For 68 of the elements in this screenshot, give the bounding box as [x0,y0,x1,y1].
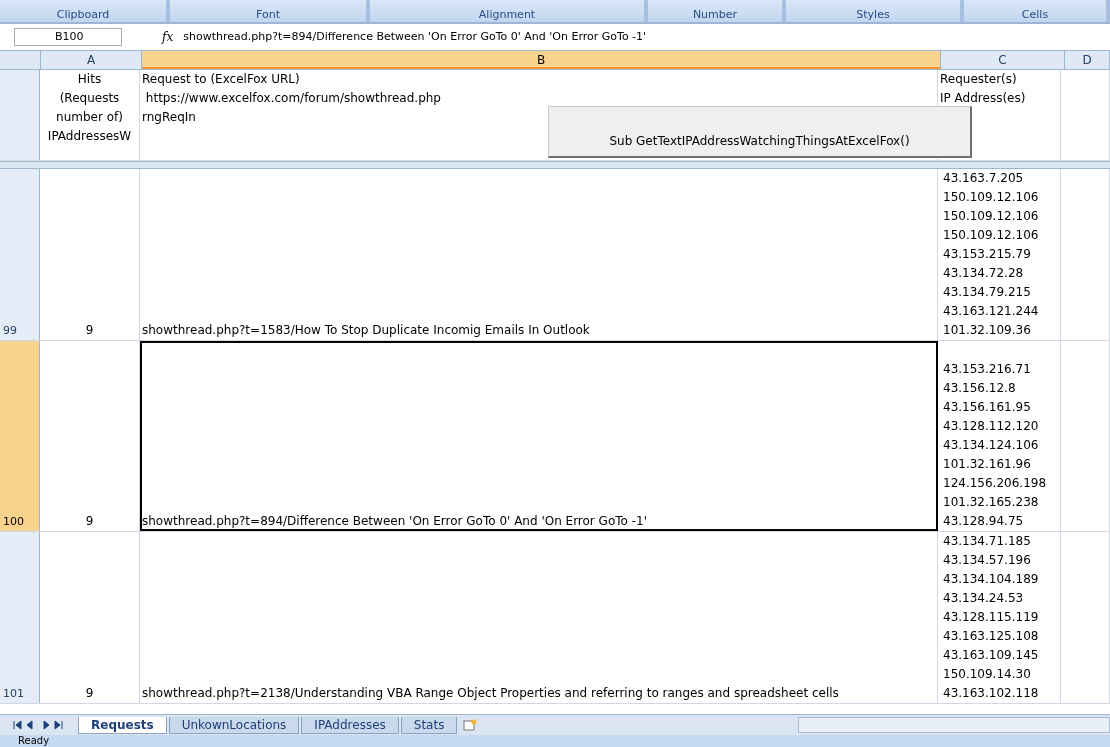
horizontal-scrollbar[interactable] [798,717,1110,733]
header-cell-text: IP Address(es) [940,90,1027,107]
table-cell-text: showthread.php?t=1583/How To Stop Duplicate Incomig Emails In Outlook [142,322,591,339]
ribbon-group-label: Number [648,0,786,22]
table-cell-text: showthread.php?t=2138/Understanding VBA Range Object Properties and referring to ranges and spreadsheet cells [142,685,840,702]
ip-address: 43.156.161.95 [942,399,1032,416]
ip-address: 124.156.206.198 [942,475,1048,492]
ip-address: 150.109.14.30 [942,666,1032,683]
ip-address: 43.134.24.53 [942,590,1025,607]
status-text: Ready [18,735,50,747]
function-label[interactable]: fx [158,30,178,44]
ip-address: 43.163.125.108 [942,628,1040,645]
ip-address: 43.156.12.8 [942,380,1017,397]
row-header[interactable]: 100 [0,341,40,531]
ip-address: 43.134.72.28 [942,265,1025,282]
ribbon-group-label: Font [170,0,370,22]
ip-address: 150.109.12.106 [942,227,1040,244]
ip-address: 43.134.57.196 [942,552,1032,569]
row-header[interactable] [0,70,40,160]
ip-address: 43.153.216.71 [942,361,1032,378]
table-cell-text: 9 [85,513,94,530]
ip-address: 101.32.109.36 [942,322,1032,339]
header-cell-text: rngReqIn [142,109,197,126]
column-header[interactable]: D [1065,51,1110,69]
sheet-navigation-icon[interactable] [12,720,66,730]
sheet-tab[interactable]: IPAddresses [301,716,399,734]
column-header[interactable]: C [941,51,1065,69]
ip-address: 43.134.79.215 [942,284,1032,301]
sheet-tab[interactable]: Requests [78,716,167,734]
table-cell-text: showthread.php?t=894/Difference Between 'On Error GoTo 0' And 'On Error GoTo -1' [142,513,648,530]
header-cell-text: (Requests [59,90,120,107]
header-cell-text: Requester(s) [940,71,1018,88]
macro-button[interactable]: Sub GetTextIPAddressWatchingThingsAtExcelFox() [548,106,972,158]
ribbon-group-label: Styles [786,0,964,22]
sheet-tab[interactable]: UnkownLocations [168,716,300,734]
ip-address: 43.163.7.205 [942,170,1025,187]
ip-address: 43.134.124.106 [942,437,1040,454]
ip-address: 43.134.104.189 [942,571,1040,588]
split-bar[interactable] [0,161,1110,169]
ip-address: 43.163.109.145 [942,647,1040,664]
ip-address: 101.32.165.238 [942,494,1040,511]
ip-address: 101.32.161.96 [942,456,1032,473]
new-sheet-icon[interactable] [463,719,478,731]
ip-address: 43.163.121.244 [942,303,1040,320]
ip-address: 43.128.94.75 [942,513,1025,530]
ip-address: 43.134.71.185 [942,533,1032,550]
ribbon-group-label: Clipboard [0,0,170,22]
header-cell-text: Request to (ExcelFox URL) [142,71,301,88]
header-cell-text: IPAddressesW [47,128,132,145]
header-cell-text: https://www.excelfox.com/forum/showthread.php [144,90,442,107]
formula-field[interactable]: showthread.php?t=894/Difference Between 'On Error GoTo 0' And 'On Error GoTo -1' [183,28,1104,46]
header-cell-text: number of) [56,109,123,126]
column-header[interactable]: B [142,51,941,69]
ribbon-group-label: Alignment [370,0,648,22]
ribbon-group-label: Cells [964,0,1110,22]
ip-address: 43.153.215.79 [942,246,1032,263]
table-cell-text: 9 [85,685,94,702]
ip-address: 43.128.112.120 [942,418,1040,435]
name-box[interactable]: B100 [14,28,122,46]
row-header[interactable]: 101 [0,532,40,703]
sheet-tab[interactable]: Stats [400,716,458,734]
ip-address: 43.128.115.119 [942,609,1040,626]
row-header[interactable]: 99 [0,169,40,340]
header-cell-text: Hits [77,71,102,88]
ip-address: 43.163.102.118 [942,685,1040,702]
table-cell-text: 9 [85,322,94,339]
ip-address: 150.109.12.106 [942,208,1040,225]
ip-address: 150.109.12.106 [942,189,1040,206]
